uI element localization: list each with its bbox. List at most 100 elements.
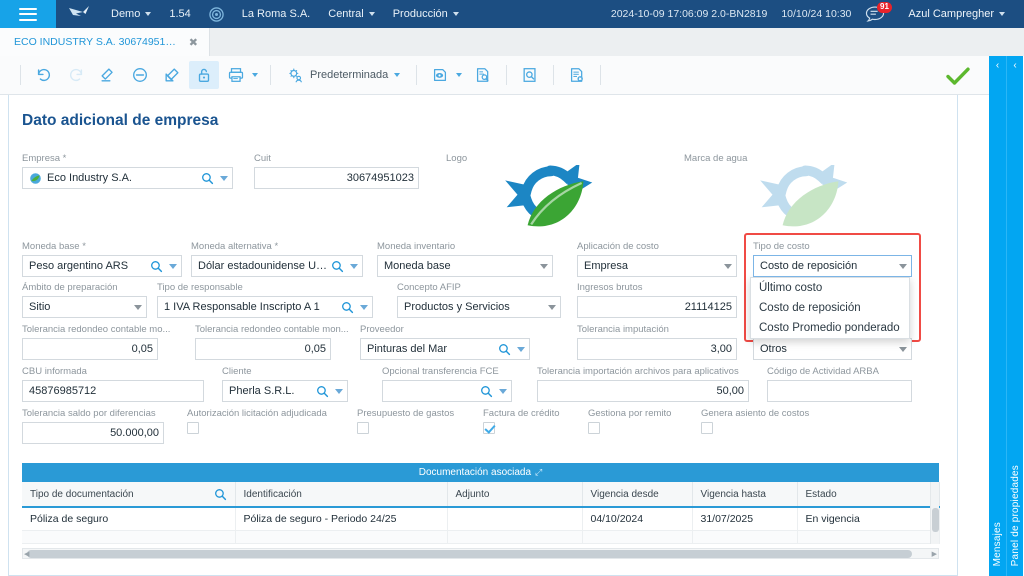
codigo-arba-input[interactable]: [767, 380, 912, 402]
rail-tab-mensajes[interactable]: ‹ Mensajes: [989, 56, 1006, 576]
preset-selector[interactable]: Predeterminada: [279, 61, 408, 89]
chevron-down-icon[interactable]: [360, 304, 368, 310]
chevron-down-icon[interactable]: [899, 263, 907, 269]
field-tolerancia-redondeo-2: Tolerancia redondeo contable mon... 0,05: [195, 324, 349, 360]
rail-tab-panel-propiedades[interactable]: ‹ Panel de propiedades: [1006, 56, 1023, 576]
search-icon[interactable]: [201, 172, 214, 185]
chevron-down-icon: [999, 12, 1005, 16]
tolerancia-importacion-input[interactable]: 50,00: [537, 380, 749, 402]
tab-eco-industry[interactable]: ECO INDUSTRY S.A. 306749510... ✖: [0, 28, 210, 56]
dropdown-option[interactable]: Costo Promedio ponderado: [751, 318, 909, 338]
chevron-down-icon[interactable]: [517, 346, 525, 352]
toolbar-right-group: [945, 56, 989, 95]
gear-user-icon: [287, 67, 304, 84]
dropdown-option[interactable]: Último costo: [751, 278, 909, 298]
notifications-button[interactable]: 91: [865, 2, 893, 22]
tipo-exportacion-select[interactable]: Otros: [753, 338, 912, 360]
search-icon[interactable]: [480, 385, 493, 398]
chevron-down-icon[interactable]: [724, 263, 732, 269]
cuit-input[interactable]: 30674951023: [254, 167, 419, 189]
column-header-tipo-documentacion[interactable]: Tipo de documentación: [22, 482, 236, 508]
tipo-costo-dropdown-list[interactable]: Último costo Costo de reposición Costo P…: [750, 277, 910, 339]
close-icon[interactable]: ✖: [189, 36, 198, 49]
document-zoom-icon[interactable]: [515, 61, 545, 89]
chevron-down-icon[interactable]: [335, 388, 343, 394]
search-icon[interactable]: [150, 260, 163, 273]
dropdown-option[interactable]: Costo de reposición: [751, 298, 909, 318]
scroll-left-icon[interactable]: ◀: [24, 550, 29, 558]
hamburger-menu-button[interactable]: [0, 0, 56, 28]
grid-horizontal-scrollbar[interactable]: ◀ ▶: [22, 548, 939, 559]
checkbox-input[interactable]: [588, 422, 600, 434]
document-search-icon[interactable]: [468, 61, 498, 89]
moneda-alternativa-input[interactable]: Dólar estadounidense USD: [191, 255, 363, 277]
checkbox-label: Factura de crédito: [483, 408, 560, 419]
column-header-adjunto[interactable]: Adjunto: [447, 482, 583, 508]
table-row[interactable]: Póliza de seguro Póliza de seguro - Peri…: [22, 507, 940, 531]
checkbox-input[interactable]: [187, 422, 199, 434]
checkbox-input[interactable]: [483, 422, 495, 434]
chevron-down-icon[interactable]: [899, 346, 907, 352]
field-label: Cliente: [222, 366, 252, 377]
scrollbar-thumb[interactable]: [27, 550, 912, 558]
opcional-fce-input[interactable]: [382, 380, 512, 402]
field-label: Tolerancia imputación: [577, 324, 669, 335]
toolbar-divider: [270, 65, 271, 85]
checkbox-input[interactable]: [701, 422, 713, 434]
topbar-item-demo[interactable]: Demo: [102, 0, 160, 28]
green-check-icon[interactable]: [945, 66, 971, 86]
column-header-vigencia-hasta[interactable]: Vigencia hasta: [692, 482, 798, 508]
print-button[interactable]: [221, 61, 262, 89]
search-icon[interactable]: [316, 385, 329, 398]
chevron-down-icon[interactable]: [169, 263, 177, 269]
undo-icon[interactable]: [29, 61, 59, 89]
search-icon[interactable]: [331, 260, 344, 273]
cuit-value: 30674951023: [346, 172, 414, 184]
tolerancia-redondeo-1-input[interactable]: 0,05: [22, 338, 158, 360]
chevron-down-icon[interactable]: [350, 263, 358, 269]
ambito-preparacion-select[interactable]: Sitio: [22, 296, 147, 318]
tolerancia-saldo-input[interactable]: 50.000,00: [22, 422, 164, 444]
view-button[interactable]: [425, 61, 466, 89]
topbar-item-central[interactable]: Central: [319, 0, 383, 28]
scrollbar-thumb[interactable]: [932, 508, 939, 532]
column-header-identificacion[interactable]: Identificación: [235, 482, 448, 508]
expand-icon[interactable]: ⤢: [535, 467, 542, 478]
unlock-icon[interactable]: [189, 61, 219, 89]
field-label: Ámbito de preparación: [22, 282, 118, 293]
redo-icon[interactable]: [61, 61, 91, 89]
column-header-estado[interactable]: Estado: [797, 482, 940, 508]
tipo-responsable-input[interactable]: 1 IVA Responsable Inscripto A 1: [157, 296, 373, 318]
cliente-input[interactable]: Pherla S.R.L.: [222, 380, 348, 402]
minus-circle-icon[interactable]: [125, 61, 155, 89]
pencil-ruler-icon[interactable]: [157, 61, 187, 89]
checkbox-input[interactable]: [357, 422, 369, 434]
topbar-item-produccion[interactable]: Producción: [384, 0, 468, 28]
grid-vertical-scrollbar[interactable]: [930, 482, 939, 544]
search-icon[interactable]: [214, 488, 227, 501]
aplicacion-costo-select[interactable]: Empresa: [577, 255, 737, 277]
tolerancia-imputacion-input[interactable]: 3,00: [577, 338, 737, 360]
chevron-down-icon[interactable]: [548, 304, 556, 310]
ingresos-brutos-input[interactable]: 21114125: [577, 296, 737, 318]
chevron-down-icon[interactable]: [134, 304, 142, 310]
moneda-inventario-select[interactable]: Moneda base: [377, 255, 553, 277]
tolerancia-redondeo-2-input[interactable]: 0,05: [195, 338, 331, 360]
chevron-down-icon[interactable]: [220, 175, 228, 181]
topbar-target-icon-button[interactable]: [200, 0, 233, 28]
cbu-informada-input[interactable]: 45876985712: [22, 380, 204, 402]
user-menu[interactable]: Azul Campregher: [899, 0, 1014, 28]
empresa-input[interactable]: Eco Industry S.A.: [22, 167, 233, 189]
document-remove-icon[interactable]: [562, 61, 592, 89]
moneda-base-input[interactable]: Peso argentino ARS: [22, 255, 182, 277]
tipo-costo-select[interactable]: Costo de reposición: [753, 255, 912, 277]
search-icon[interactable]: [341, 301, 354, 314]
scroll-right-icon[interactable]: ▶: [932, 550, 937, 558]
search-icon[interactable]: [498, 343, 511, 356]
chevron-down-icon[interactable]: [540, 263, 548, 269]
eraser-icon[interactable]: [93, 61, 123, 89]
chevron-down-icon[interactable]: [499, 388, 507, 394]
proveedor-input[interactable]: Pinturas del Mar: [360, 338, 530, 360]
column-header-vigencia-desde[interactable]: Vigencia desde: [582, 482, 693, 508]
concepto-afip-select[interactable]: Productos y Servicios: [397, 296, 561, 318]
